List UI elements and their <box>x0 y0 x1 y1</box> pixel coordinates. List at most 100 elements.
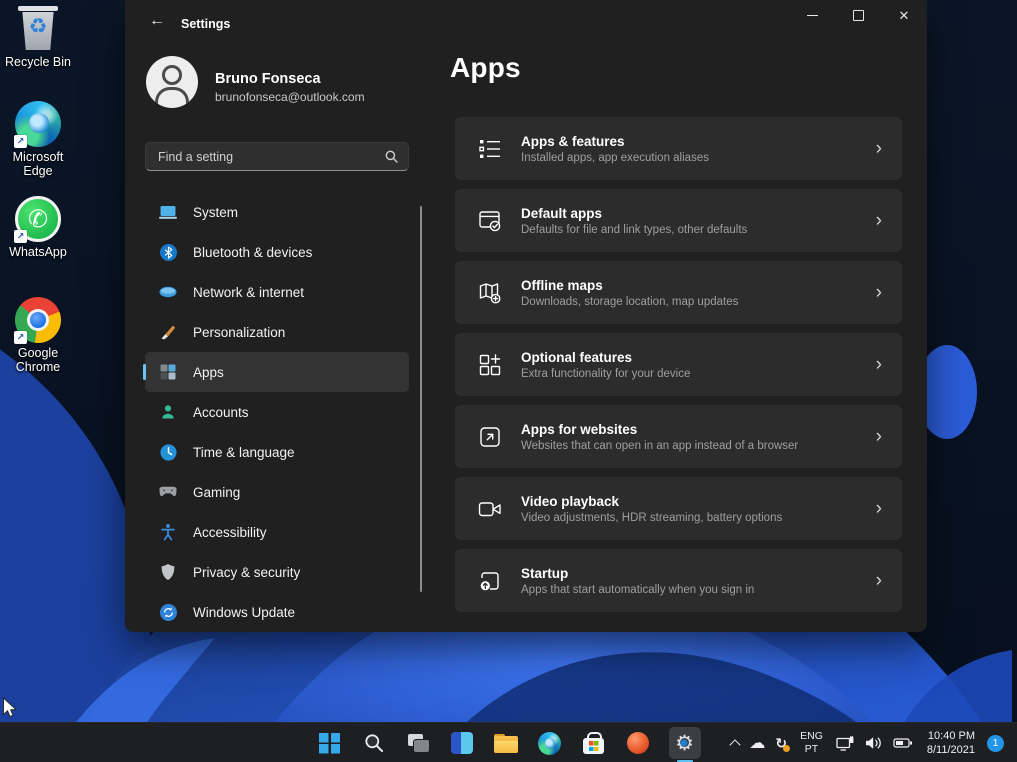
desktop-icon-label: Google Chrome <box>0 346 76 375</box>
card-title: Optional features <box>521 350 690 365</box>
shortcut-arrow-icon: ↗ <box>14 230 27 243</box>
language-primary: ENG <box>800 730 823 742</box>
sidebar-item-label: Network & internet <box>193 285 304 300</box>
sidebar-item-accessibility[interactable]: Accessibility <box>145 512 409 552</box>
desktop-icon-recycle-bin[interactable]: ♻ Recycle Bin <box>0 6 76 69</box>
card-video-playback[interactable]: Video playback Video adjustments, HDR st… <box>455 477 902 540</box>
minimize-button[interactable] <box>789 0 835 31</box>
mouse-cursor <box>2 697 19 720</box>
game-controller-icon <box>159 483 177 501</box>
close-button[interactable]: ✕ <box>881 0 927 31</box>
card-startup[interactable]: Startup Apps that start automatically wh… <box>455 549 902 612</box>
recycle-symbol-icon: ♻ <box>15 14 61 39</box>
settings-nav: System Bluetooth & devices Network & int… <box>145 192 409 632</box>
file-explorer-button[interactable] <box>493 730 519 756</box>
sidebar-item-bluetooth-devices[interactable]: Bluetooth & devices <box>145 232 409 272</box>
sync-tray-icon[interactable]: ↻ <box>775 735 787 752</box>
task-view-icon <box>405 730 431 756</box>
back-button[interactable]: ← <box>143 9 171 33</box>
sidebar-item-label: Time & language <box>193 445 295 460</box>
office-button[interactable] <box>625 730 651 756</box>
maximize-button[interactable] <box>835 0 881 31</box>
chrome-icon: ↗ <box>15 297 61 343</box>
clock-date: 8/11/2021 <box>927 744 975 756</box>
shortcut-arrow-icon: ↗ <box>14 331 27 344</box>
card-subtitle: Downloads, storage location, map updates <box>521 296 738 308</box>
tray-chevron-up[interactable] <box>731 737 739 749</box>
sidebar-item-personalization[interactable]: Personalization <box>145 312 409 352</box>
chevron-right-icon <box>876 571 882 590</box>
chevron-up-icon <box>730 739 741 750</box>
store-bag-icon <box>583 738 604 754</box>
taskbar-clock[interactable]: 10:40 PM 8/11/2021 <box>927 729 975 758</box>
sidebar-item-privacy-security[interactable]: Privacy & security <box>145 552 409 592</box>
onedrive-tray-icon[interactable]: ☁ <box>749 733 765 753</box>
chevron-right-icon <box>876 427 882 446</box>
profile-name: Bruno Fonseca <box>215 71 321 87</box>
settings-taskbar-button[interactable]: ⚙ <box>669 727 701 759</box>
search-input[interactable] <box>146 150 385 164</box>
volume-tray-icon[interactable] <box>865 736 883 750</box>
apps-features-icon <box>477 138 503 160</box>
language-indicator[interactable]: ENG PT <box>797 730 826 755</box>
card-offline-maps[interactable]: Offline maps Downloads, storage location… <box>455 261 902 324</box>
start-button[interactable] <box>317 730 343 756</box>
sidebar-item-label: Gaming <box>193 485 240 500</box>
clock-icon <box>159 443 177 461</box>
desktop-icon-microsoft-edge[interactable]: ↗ Microsoft Edge <box>0 101 76 179</box>
taskbar-search-button[interactable] <box>361 730 387 756</box>
card-subtitle: Defaults for file and link types, other … <box>521 224 747 236</box>
edge-icon: ↗ <box>15 101 61 147</box>
sidebar-item-label: Personalization <box>193 325 285 340</box>
chevron-right-icon <box>876 139 882 158</box>
sidebar-item-apps[interactable]: Apps <box>145 352 409 392</box>
sidebar-item-time-language[interactable]: Time & language <box>145 432 409 472</box>
card-default-apps[interactable]: Default apps Defaults for file and link … <box>455 189 902 252</box>
card-subtitle: Apps that start automatically when you s… <box>521 584 754 596</box>
sidebar-item-label: Bluetooth & devices <box>193 245 312 260</box>
sidebar-item-system[interactable]: System <box>145 192 409 232</box>
sidebar-item-accounts[interactable]: Accounts <box>145 392 409 432</box>
clock-time: 10:40 PM <box>928 730 975 742</box>
sidebar-item-windows-update[interactable]: Windows Update <box>145 592 409 632</box>
sidebar-item-gaming[interactable]: Gaming <box>145 472 409 512</box>
avatar[interactable] <box>146 56 198 108</box>
card-subtitle: Websites that can open in an app instead… <box>521 440 798 452</box>
card-title: Default apps <box>521 206 747 221</box>
windows-logo-icon <box>319 733 340 754</box>
video-camera-icon <box>477 499 503 519</box>
chevron-right-icon <box>876 211 882 230</box>
sidebar-scrollbar[interactable] <box>420 206 422 592</box>
apps-for-websites-icon <box>477 425 503 449</box>
sidebar-item-network-internet[interactable]: Network & internet <box>145 272 409 312</box>
card-apps-features[interactable]: Apps & features Installed apps, app exec… <box>455 117 902 180</box>
desktop-icon-google-chrome[interactable]: ↗ Google Chrome <box>0 297 76 375</box>
desktop-icon-label: Microsoft Edge <box>0 150 76 179</box>
window-title: Settings <box>181 17 230 31</box>
card-optional-features[interactable]: Optional features Extra functionality fo… <box>455 333 902 396</box>
sidebar-item-label: System <box>193 205 238 220</box>
sidebar-item-label: Windows Update <box>193 605 295 620</box>
paintbrush-icon <box>159 323 177 341</box>
desktop-icon-whatsapp[interactable]: ✆ ↗ WhatsApp <box>0 196 76 259</box>
card-title: Apps & features <box>521 134 709 149</box>
search-box[interactable] <box>145 142 409 171</box>
accessibility-person-icon <box>159 523 177 541</box>
card-apps-for-websites[interactable]: Apps for websites Websites that can open… <box>455 405 902 468</box>
office-icon <box>627 732 649 754</box>
desktop-screen: ♻ Recycle Bin ↗ Microsoft Edge ✆ ↗ Whats… <box>0 0 1017 762</box>
network-tray-icon[interactable] <box>836 736 855 751</box>
edge-taskbar-button[interactable] <box>537 730 563 756</box>
battery-tray-icon[interactable] <box>893 737 913 749</box>
microsoft-store-button[interactable] <box>581 730 607 756</box>
page-title: Apps <box>450 52 521 84</box>
task-view-button[interactable] <box>405 730 431 756</box>
recycle-bin-icon: ♻ <box>15 6 61 52</box>
shortcut-arrow-icon: ↗ <box>14 135 27 148</box>
widgets-button[interactable] <box>449 730 475 756</box>
settings-window: ← Settings ✕ Bruno Fonseca brunofonseca@… <box>125 0 927 632</box>
sidebar-item-label: Accessibility <box>193 525 267 540</box>
notification-badge[interactable]: 1 <box>987 735 1004 752</box>
whatsapp-icon: ✆ ↗ <box>15 196 61 242</box>
card-subtitle: Video adjustments, HDR streaming, batter… <box>521 512 782 524</box>
